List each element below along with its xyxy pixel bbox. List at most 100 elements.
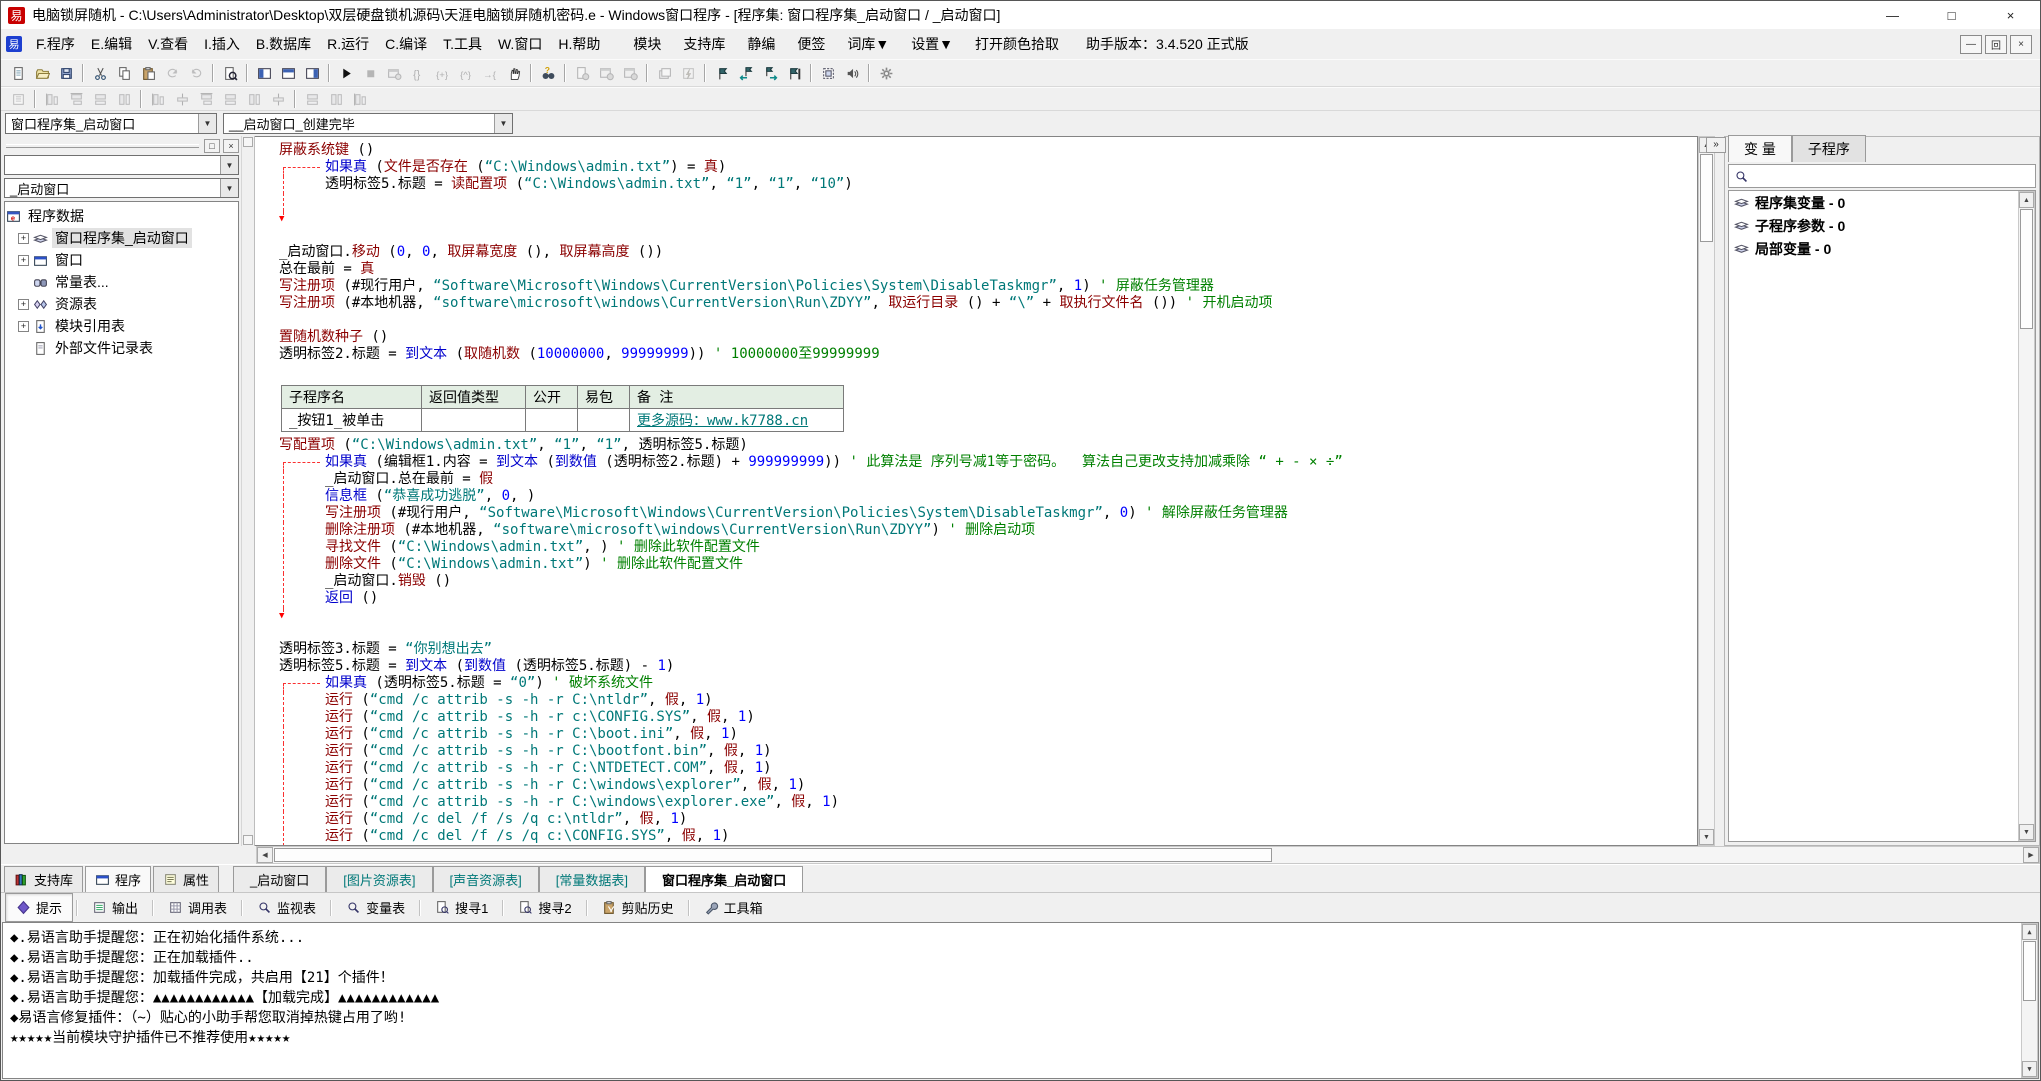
window-layout-left-button[interactable] bbox=[252, 62, 276, 84]
ide-settings-button[interactable] bbox=[874, 62, 898, 84]
variables-tab-1[interactable]: 子程序 bbox=[1792, 135, 1866, 162]
subroutine-table-cell[interactable] bbox=[526, 409, 578, 432]
code-editor[interactable]: 屏蔽系统键 ()如果真 (文件是否存在 (“C:\Windows\admin.t… bbox=[255, 136, 1698, 846]
panel-tab-2[interactable]: 属性 bbox=[153, 866, 219, 892]
collapse-panel-button[interactable]: » bbox=[1706, 137, 1726, 153]
panel-tab-1[interactable]: 程序 bbox=[85, 866, 151, 892]
window-layout-right-button[interactable] bbox=[300, 62, 324, 84]
minimize-button[interactable]: — bbox=[1863, 1, 1922, 29]
menu-extra-3[interactable]: 便签 bbox=[786, 30, 836, 58]
status-tab-6[interactable]: 搜寻2 bbox=[507, 893, 582, 922]
splitter-top-handle[interactable] bbox=[243, 137, 253, 147]
tree-item-5[interactable]: 外部文件记录表 bbox=[18, 337, 237, 359]
menu-extra-5[interactable]: 设置▼ bbox=[900, 30, 964, 58]
mdi-minimize-button[interactable]: — bbox=[1960, 35, 1982, 54]
variable-search-box[interactable] bbox=[1728, 164, 2036, 188]
window-layout-top-button[interactable] bbox=[276, 62, 300, 84]
panel-close-button[interactable]: × bbox=[223, 139, 239, 153]
menu-1[interactable]: E.编辑 bbox=[83, 30, 140, 58]
variables-item-0[interactable]: 程序集变量 - 0 bbox=[1729, 191, 2035, 214]
event-sub-combo[interactable]: __启动窗口_创建完毕 ▼ bbox=[223, 113, 513, 134]
project-panel-titlebar[interactable]: □ × bbox=[4, 138, 239, 153]
menu-5[interactable]: R.运行 bbox=[319, 30, 377, 58]
output-panel[interactable]: ◆.易语言助手提醒您：正在初始化插件系统...◆.易语言助手提醒您：正在加载插件… bbox=[2, 922, 2039, 1079]
menu-extra-0[interactable]: 模块 bbox=[622, 30, 672, 58]
menu-7[interactable]: T.工具 bbox=[435, 30, 490, 58]
status-tab-3[interactable]: 监视表 bbox=[246, 893, 327, 922]
doc-tab-2[interactable]: [声音资源表] bbox=[433, 866, 539, 892]
chevron-down-icon[interactable]: ▼ bbox=[494, 114, 512, 133]
find-button[interactable]: ? bbox=[536, 62, 560, 84]
chevron-down-icon[interactable]: ▼ bbox=[220, 179, 238, 197]
tree-item-0[interactable]: +窗口程序集_启动窗口 bbox=[18, 227, 237, 249]
expand-icon[interactable]: + bbox=[18, 299, 29, 310]
doc-tab-3[interactable]: [常量数据表] bbox=[539, 866, 645, 892]
variables-vscroll-thumb[interactable] bbox=[2020, 209, 2033, 329]
doc-tab-1[interactable]: [图片资源表] bbox=[326, 866, 432, 892]
variables-tab-0[interactable]: 变 量 bbox=[1728, 135, 1792, 162]
variables-vscrollbar[interactable]: ▲ ▼ bbox=[2018, 191, 2035, 841]
expand-icon[interactable]: + bbox=[18, 321, 29, 332]
scroll-down-icon[interactable]: ▼ bbox=[1699, 829, 1714, 845]
status-tab-8[interactable]: 工具箱 bbox=[693, 893, 774, 922]
splitter-bottom-handle[interactable] bbox=[243, 835, 253, 845]
scroll-down-icon[interactable]: ▼ bbox=[2019, 824, 2034, 840]
variables-item-2[interactable]: 局部变量 - 0 bbox=[1729, 237, 2035, 260]
doc-tab-4[interactable]: 窗口程序集_启动窗口 bbox=[645, 866, 803, 892]
copy-button[interactable] bbox=[112, 62, 136, 84]
cut-button[interactable] bbox=[88, 62, 112, 84]
tree-item-1[interactable]: +窗口 bbox=[18, 249, 237, 271]
menu-3[interactable]: I.插入 bbox=[196, 30, 248, 58]
menu-extra-6[interactable]: 打开颜色拾取 bbox=[964, 30, 1070, 58]
status-tab-2[interactable]: 调用表 bbox=[157, 893, 238, 922]
print-preview-button[interactable] bbox=[218, 62, 242, 84]
menu-0[interactable]: F.程序 bbox=[28, 30, 83, 58]
save-button[interactable] bbox=[54, 62, 78, 84]
close-button[interactable]: × bbox=[1981, 1, 2040, 29]
editor-vscrollbar[interactable]: ▲ ▼ bbox=[1698, 136, 1715, 846]
panel-splitter[interactable] bbox=[241, 136, 255, 846]
editor-hscroll-thumb[interactable] bbox=[274, 848, 1272, 862]
status-tab-7[interactable]: 剪贴历史 bbox=[591, 893, 685, 922]
filter-combo[interactable]: ▼ bbox=[4, 155, 239, 175]
expand-icon[interactable]: + bbox=[18, 233, 29, 244]
variables-item-1[interactable]: 子程序参数 - 0 bbox=[1729, 214, 2035, 237]
status-tab-1[interactable]: 输出 bbox=[81, 893, 149, 922]
mdi-restore-button[interactable]: 回 bbox=[1985, 35, 2007, 54]
output-vscroll-thumb[interactable] bbox=[2023, 941, 2036, 1001]
bookmark-toggle-button[interactable] bbox=[710, 62, 734, 84]
subroutine-table-cell[interactable]: _按钮1_被单击 bbox=[282, 409, 422, 432]
menu-8[interactable]: W.窗口 bbox=[490, 30, 550, 58]
menu-4[interactable]: B.数据库 bbox=[248, 30, 319, 58]
subroutine-table-cell[interactable] bbox=[422, 409, 526, 432]
sound-tip-button[interactable] bbox=[840, 62, 864, 84]
tree-item-4[interactable]: +模块引用表 bbox=[18, 315, 237, 337]
expand-icon[interactable]: + bbox=[18, 255, 29, 266]
bookmark-next-button[interactable] bbox=[758, 62, 782, 84]
scroll-right-icon[interactable]: ▶ bbox=[2023, 847, 2039, 863]
scroll-up-icon[interactable]: ▲ bbox=[2022, 924, 2037, 940]
open-file-button[interactable] bbox=[30, 62, 54, 84]
panel-tab-0[interactable]: 支持库 bbox=[4, 866, 83, 892]
scroll-down-icon[interactable]: ▼ bbox=[2022, 1061, 2037, 1077]
chevron-down-icon[interactable]: ▼ bbox=[198, 114, 216, 133]
status-tab-4[interactable]: 变量表 bbox=[335, 893, 416, 922]
maximize-button[interactable]: □ bbox=[1922, 1, 1981, 29]
new-file-button[interactable] bbox=[6, 62, 30, 84]
code-snippet-button[interactable] bbox=[816, 62, 840, 84]
status-tab-0[interactable]: 提示 bbox=[5, 893, 73, 922]
editor-vscroll-thumb[interactable] bbox=[1700, 154, 1713, 242]
output-vscrollbar[interactable]: ▲ ▼ bbox=[2021, 923, 2038, 1078]
run-button[interactable] bbox=[334, 62, 358, 84]
chevron-down-icon[interactable]: ▼ bbox=[220, 156, 238, 174]
menu-extra-1[interactable]: 支持库 bbox=[672, 30, 736, 58]
scroll-up-icon[interactable]: ▲ bbox=[2019, 192, 2034, 208]
tree-root[interactable]: e程序数据 bbox=[6, 205, 237, 227]
bookmark-prev-button[interactable] bbox=[734, 62, 758, 84]
menu-extra-4[interactable]: 词库▼ bbox=[836, 30, 900, 58]
menu-9[interactable]: H.帮助 bbox=[550, 30, 608, 58]
doc-tab-0[interactable]: _启动窗口 bbox=[233, 866, 326, 892]
tree-item-3[interactable]: +资源表 bbox=[18, 293, 237, 315]
menu-extra-2[interactable]: 静编 bbox=[736, 30, 786, 58]
pause-button[interactable] bbox=[502, 62, 526, 84]
